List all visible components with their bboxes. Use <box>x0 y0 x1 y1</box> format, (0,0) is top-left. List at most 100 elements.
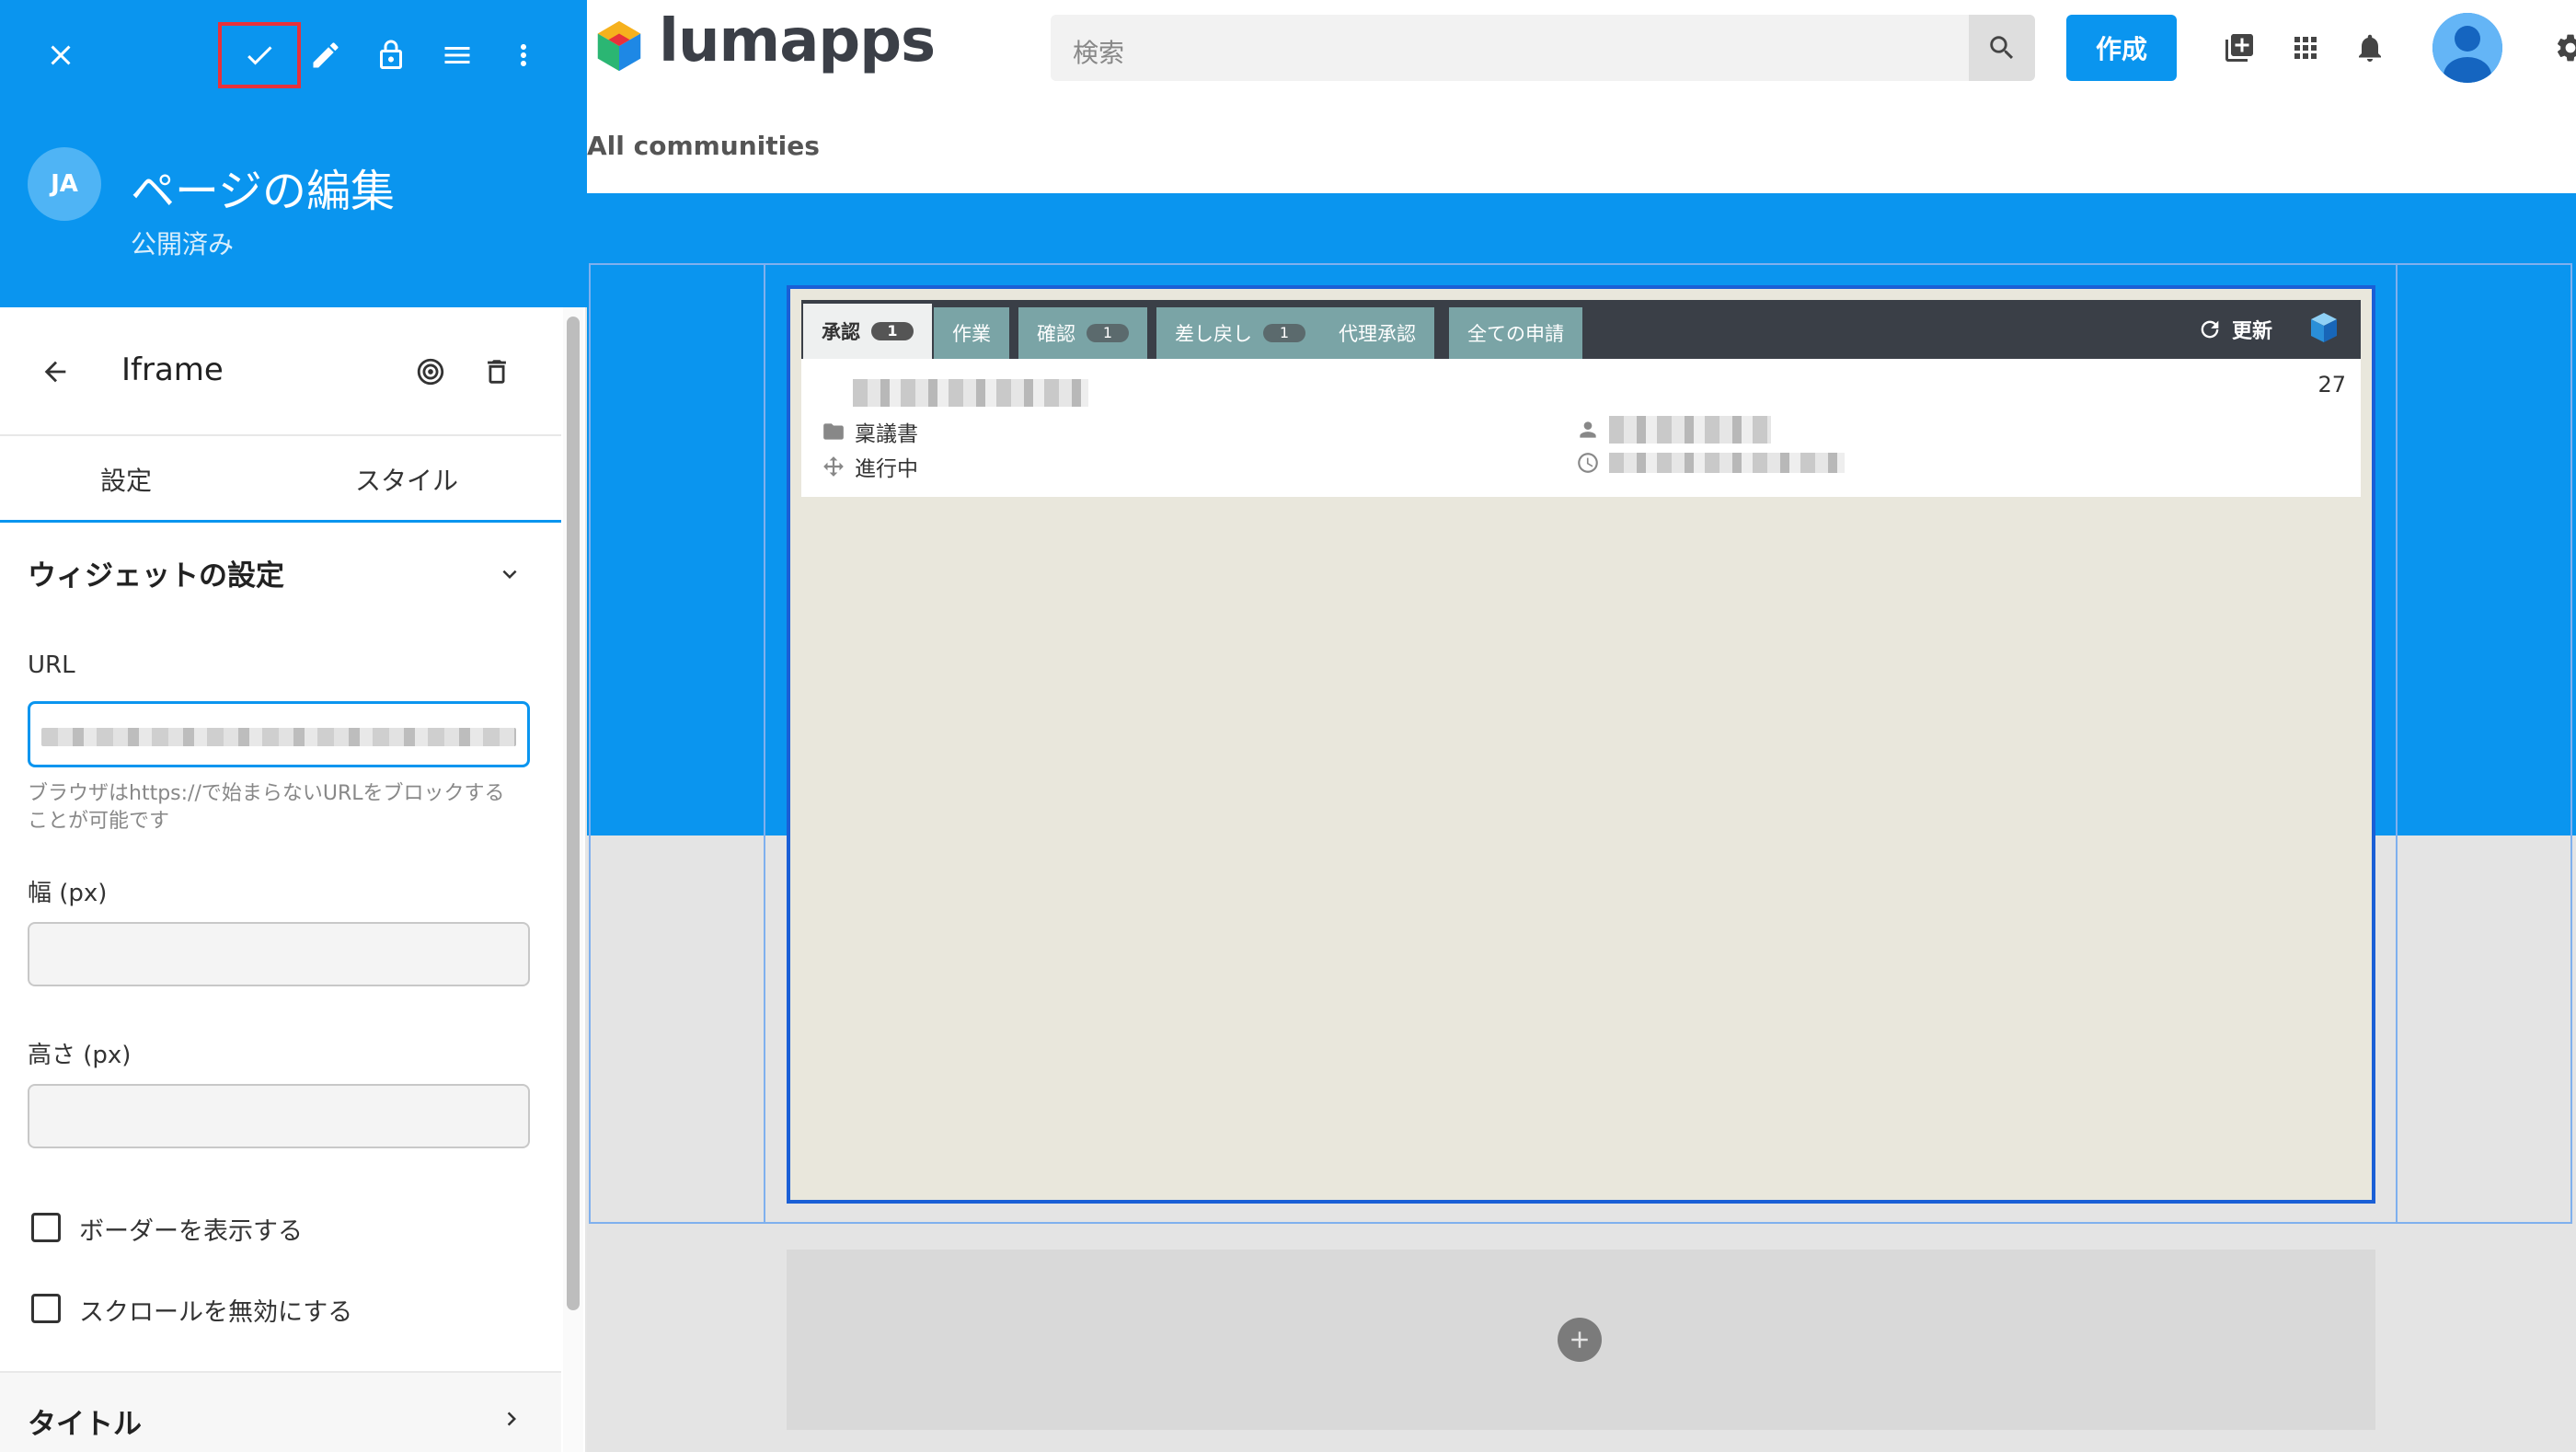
url-label: URL <box>28 651 75 679</box>
progress-icon <box>823 456 844 477</box>
search-icon <box>1990 36 2014 60</box>
iframe-tab-approve[interactable]: 承認 1 <box>803 304 932 359</box>
add-cell-area <box>787 1250 2375 1430</box>
width-field[interactable] <box>28 922 530 986</box>
bell-icon <box>2359 34 2381 62</box>
clock-icon <box>1578 453 1598 473</box>
settings-tabs: 設定 スタイル <box>0 436 561 523</box>
chevron-down-icon <box>502 570 517 579</box>
url-hint: ブラウザはhttps://で始まらないURLをブロックすることが可能です <box>28 782 505 833</box>
locate-widget-button[interactable] <box>407 348 454 396</box>
widget-title-row: Iframe <box>0 307 561 436</box>
request-applicant-row <box>1576 416 1771 444</box>
show-border-label[interactable]: ボーダーを表示する <box>79 1211 303 1247</box>
request-status-row: 進行中 <box>822 451 918 482</box>
expand-title-button[interactable] <box>493 1400 530 1437</box>
more-options-button[interactable] <box>494 26 553 85</box>
iframe-tab-badge: 1 <box>1263 324 1305 342</box>
folder-icon <box>823 423 844 440</box>
search-button[interactable] <box>1969 15 2035 81</box>
create-button[interactable]: 作成 <box>2066 15 2177 81</box>
iframe-tab-label: 作業 <box>952 323 991 345</box>
iframe-tab-badge: 1 <box>1087 324 1129 342</box>
widget-name: Iframe <box>121 351 224 388</box>
url-field[interactable] <box>28 701 530 767</box>
title-section-label: タイトル <box>28 1408 142 1441</box>
search-input[interactable]: 検索 <box>1073 33 1124 70</box>
tab-settings[interactable]: 設定 <box>0 436 252 523</box>
back-button[interactable] <box>31 348 79 396</box>
request-status: 進行中 <box>855 457 918 481</box>
search-bar[interactable]: 検索 <box>1051 15 2035 81</box>
iframe-tab-work[interactable]: 作業 <box>934 307 1009 359</box>
save-check-button[interactable] <box>218 22 301 88</box>
iframe-tab-proxy[interactable]: 代理承認 <box>1320 307 1434 359</box>
lock-icon <box>380 40 402 69</box>
editor-title: ページの編集 <box>131 166 396 217</box>
iframe-tab-label: 確認 <box>1037 323 1075 345</box>
height-field[interactable] <box>28 1084 530 1148</box>
disable-scroll-label[interactable]: スクロールを無効にする <box>79 1292 352 1328</box>
add-widget-button[interactable] <box>1558 1318 1602 1362</box>
edit-button[interactable] <box>296 26 355 85</box>
height-label: 高さ (px) <box>28 1042 132 1069</box>
request-number: 27 <box>2317 372 2346 398</box>
publish-status: 公開済み <box>131 229 235 259</box>
collapse-settings-button[interactable] <box>491 556 528 593</box>
iframe-tab-badge: 1 <box>871 322 914 340</box>
settings-button[interactable] <box>2547 24 2576 72</box>
tab-style[interactable]: スタイル <box>281 436 533 523</box>
add-icon <box>1571 1331 1588 1348</box>
iframe-tab-label: 差し戻し <box>1175 323 1252 345</box>
iframe-tab-returned[interactable]: 差し戻し 1 <box>1156 307 1324 359</box>
directory-button[interactable] <box>2215 24 2263 72</box>
apps-icon <box>2294 37 2317 59</box>
redacted-date <box>1609 453 1845 473</box>
breadcrumb[interactable]: All communities <box>587 131 820 161</box>
apps-button[interactable] <box>2282 24 2329 72</box>
iframe-tab-label: 承認 <box>822 321 860 343</box>
iframe-refresh-button[interactable]: 更新 <box>2197 315 2272 344</box>
redacted-request-title <box>853 379 1088 407</box>
request-category-row: 稟議書 <box>822 416 918 447</box>
chevron-right-icon <box>507 1412 516 1426</box>
refresh-icon <box>2201 320 2219 339</box>
editor-header: JA ページの編集 公開済み <box>0 0 587 307</box>
more-vert-icon <box>521 44 526 66</box>
iframe-tab-confirm[interactable]: 確認 1 <box>1018 307 1147 359</box>
iframe-tab-all[interactable]: 全ての申請 <box>1449 307 1582 359</box>
delete-widget-button[interactable] <box>473 348 521 396</box>
arrow-back-icon <box>44 361 66 383</box>
widget-editor-panel: JA ページの編集 公開済み Iframe 設定 スタイル ウィジェットの設定 … <box>0 0 587 1452</box>
show-border-checkbox[interactable] <box>31 1213 61 1242</box>
active-tab-indicator <box>0 520 561 523</box>
widget-settings-heading[interactable]: ウィジェットの設定 <box>28 552 284 593</box>
iframe-widget-preview[interactable]: 承認 1 作業 確認 1 差し戻し 1 代理承認 全ての申請 更新 27 稟議書… <box>787 285 2375 1204</box>
user-avatar[interactable] <box>2432 13 2502 83</box>
iframe-refresh-label: 更新 <box>2231 320 2272 343</box>
lumapps-logo-icon <box>597 20 641 72</box>
user-icon <box>2432 13 2502 83</box>
lock-button[interactable] <box>362 26 420 85</box>
redacted-url <box>41 728 516 746</box>
title-section[interactable]: タイトル <box>0 1371 561 1452</box>
redacted-applicant <box>1609 416 1771 444</box>
iframe-tab-label: 代理承認 <box>1339 323 1416 345</box>
notifications-button[interactable] <box>2346 24 2394 72</box>
gear-icon <box>2558 34 2576 62</box>
disable-scroll-checkbox[interactable] <box>31 1294 61 1323</box>
cube-icon <box>2311 313 2337 342</box>
iframe-request-item[interactable]: 27 稟議書 進行中 <box>801 359 2361 497</box>
person-icon <box>1580 421 1596 438</box>
close-button[interactable] <box>31 26 90 85</box>
scroll-thumb[interactable] <box>567 317 580 1310</box>
menu-icon <box>444 47 470 63</box>
menu-button[interactable] <box>428 26 487 85</box>
request-date-row <box>1576 451 1845 475</box>
request-category: 稟議書 <box>855 422 918 446</box>
check-icon <box>247 46 272 65</box>
close-icon <box>51 45 71 65</box>
panel-scrollbar[interactable] <box>563 307 583 1452</box>
book-icon <box>2225 34 2253 62</box>
width-label: 幅 (px) <box>28 880 108 907</box>
